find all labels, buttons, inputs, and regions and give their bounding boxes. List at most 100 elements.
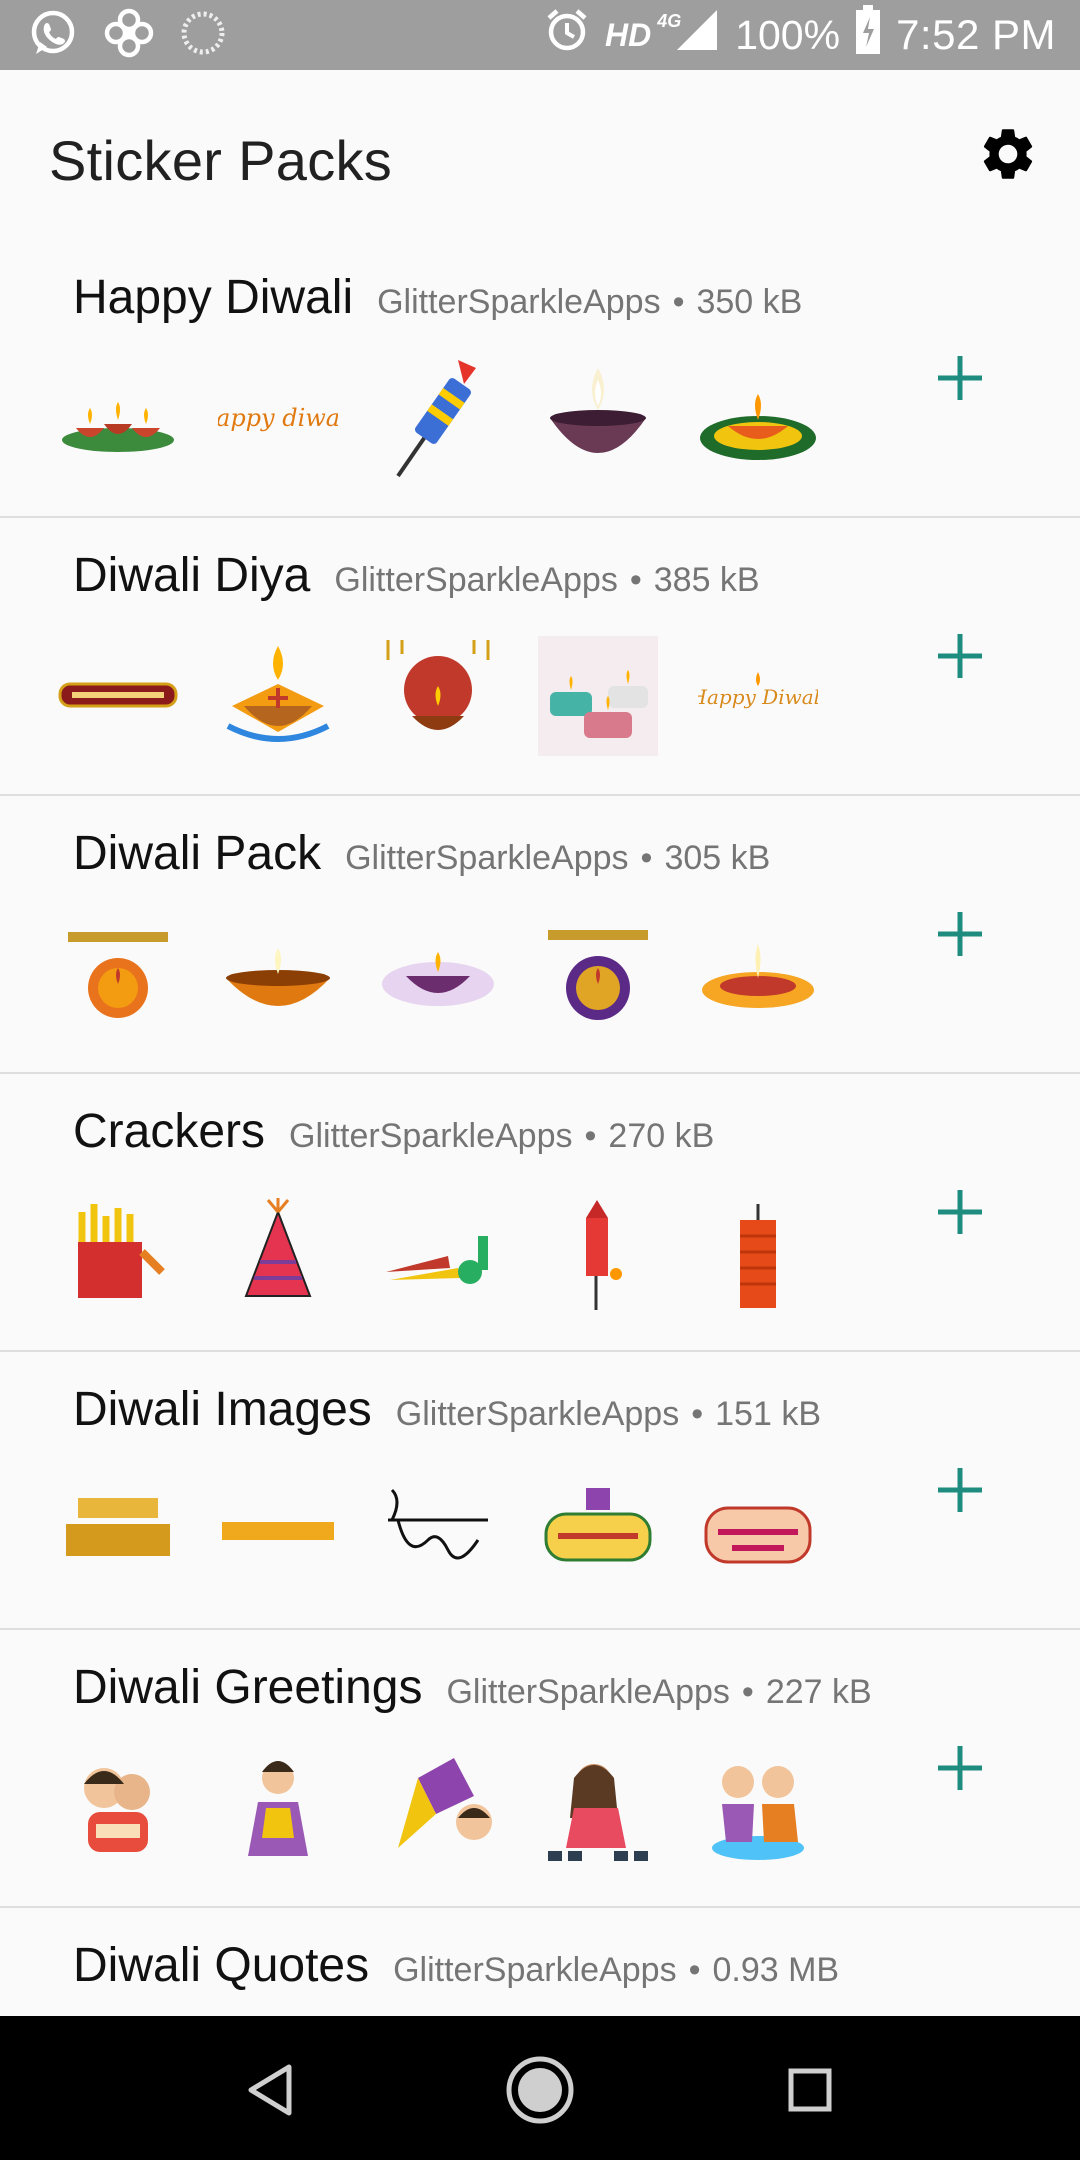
sticker-happy-diwali-text: happy diwali <box>218 358 338 478</box>
sticker-cone-fountain <box>218 1192 338 1312</box>
settings-button[interactable] <box>972 120 1044 192</box>
plus-icon <box>935 353 985 408</box>
sticker-lantern-diya <box>378 636 498 756</box>
pack-meta: GlitterSparkleApps • 305 kB <box>345 839 770 878</box>
plus-icon <box>935 1743 985 1798</box>
add-pack-button[interactable] <box>920 340 1000 420</box>
pack-name: Diwali Diya <box>73 549 311 602</box>
pack-meta: GlitterSparkleApps • 385 kB <box>334 561 759 600</box>
plus-icon <box>935 1465 985 1520</box>
pack-publisher: GlitterSparkleApps <box>334 561 618 599</box>
navigation-bar <box>0 2016 1080 2160</box>
separator-dot: • <box>688 1951 701 1989</box>
separator-dot: • <box>691 1395 704 1433</box>
sticker-thumbnails <box>58 914 818 1034</box>
sticker-thumbnails: Happy Diwali <box>58 636 818 756</box>
pack-meta: GlitterSparkleApps • 270 kB <box>289 1117 714 1156</box>
home-circle-icon <box>504 2054 576 2131</box>
sticker-bowl-diya <box>218 914 338 1034</box>
pack-header: Diwali Quotes GlitterSparkleApps • 0.93 MB <box>73 1938 839 1993</box>
add-pack-button[interactable] <box>920 1730 1000 1810</box>
pack-name: Happy Diwali <box>73 271 354 324</box>
recents-button[interactable] <box>770 2052 850 2132</box>
app-bar: Sticker Packs <box>0 70 1080 240</box>
add-pack-button[interactable] <box>920 1174 1000 1254</box>
pack-size: 350 kB <box>696 283 803 321</box>
sticker-flower-diya <box>698 914 818 1034</box>
sticker-kids-rangoli <box>698 1748 818 1868</box>
pack-meta: GlitterSparkleApps • 0.93 MB <box>393 1951 839 1990</box>
separator-dot: • <box>640 839 653 877</box>
sticker-cracker-string <box>698 1192 818 1312</box>
sticker-girl-diyas <box>538 1748 658 1868</box>
sticker-happy-diwali-script: Happy Diwali <box>698 636 818 756</box>
pack-publisher: GlitterSparkleApps <box>395 1395 680 1433</box>
sync-icon <box>180 10 226 61</box>
sticker-thumbnails: happy diwali <box>58 358 818 478</box>
app-icon <box>104 8 154 63</box>
sticker-diya-trio <box>58 358 178 478</box>
sticker-purple-diya <box>378 914 498 1034</box>
pack-header: Diwali Diya GlitterSparkleApps • 385 kB <box>73 548 760 603</box>
sticker-thumbnails <box>58 1470 818 1590</box>
sticker-tamil-diwali-banner <box>58 636 178 756</box>
home-button[interactable] <box>500 2052 580 2132</box>
sticker-swastik-diya <box>218 636 338 756</box>
pack-header: Happy Diwali GlitterSparkleApps • 350 kB <box>73 270 802 325</box>
gear-icon <box>977 123 1039 190</box>
sticker-rocket-cracker <box>378 358 498 478</box>
sticker-cracker-box <box>58 1192 178 1312</box>
pack-row-diwali-pack[interactable]: Diwali Pack GlitterSparkleApps • 305 kB <box>0 796 1080 1074</box>
pack-name: Diwali Quotes <box>73 1939 370 1992</box>
pack-size: 151 kB <box>715 1395 821 1433</box>
plus-icon <box>935 909 985 964</box>
pack-size: 0.93 MB <box>712 1951 840 1989</box>
separator-dot: • <box>672 283 685 321</box>
pack-size: 305 kB <box>664 839 771 877</box>
sticker-kids-happy-diwali <box>58 1748 178 1868</box>
svg-text:happy diwali: happy diwali <box>218 404 338 432</box>
page-title: Sticker Packs <box>49 129 393 192</box>
pack-meta: GlitterSparkleApps • 151 kB <box>396 1395 821 1434</box>
back-button[interactable] <box>230 2052 310 2132</box>
sticker-taashwali-diwali <box>698 1470 818 1590</box>
sticker-pack-list: Happy Diwali GlitterSparkleApps • 350 kB h… <box>0 240 1080 2160</box>
pack-header: Crackers GlitterSparkleApps • 270 kB <box>73 1104 714 1159</box>
plus-icon <box>935 1187 985 1242</box>
sticker-clay-diya <box>538 358 658 478</box>
pack-header: Diwali Images GlitterSparkleApps • 151 kB <box>73 1382 821 1437</box>
plus-icon <box>935 631 985 686</box>
pack-row-diwali-greetings[interactable]: Diwali Greetings GlitterSparkleApps • 227 … <box>0 1630 1080 1908</box>
screen: HD 4G 100% 7:52 PM Sticker Packs Happy D… <box>0 0 1080 2160</box>
pack-publisher: GlitterSparkleApps <box>446 1673 730 1711</box>
sticker-happy-diwali-gold <box>58 1470 178 1590</box>
pack-row-diwali-images[interactable]: Diwali Images GlitterSparkleApps • 151 kB <box>0 1352 1080 1630</box>
sticker-girl-diya <box>218 1748 338 1868</box>
pack-row-happy-diwali[interactable]: Happy Diwali GlitterSparkleApps • 350 kB h… <box>0 240 1080 518</box>
pack-header: Diwali Greetings GlitterSparkleApps • 227 … <box>73 1660 872 1715</box>
whatsapp-icon <box>28 8 78 63</box>
pack-publisher: GlitterSparkleApps <box>393 1951 677 1989</box>
sticker-teal-candles <box>538 636 658 756</box>
pack-row-diwali-diya[interactable]: Diwali Diya GlitterSparkleApps • 385 kB <box>0 518 1080 796</box>
back-triangle-icon <box>245 2063 295 2122</box>
separator-dot: • <box>629 561 642 599</box>
pack-name: Diwali Greetings <box>73 1661 423 1714</box>
add-pack-button[interactable] <box>920 618 1000 698</box>
clock: 7:52 PM <box>896 11 1056 58</box>
pack-size: 385 kB <box>653 561 760 599</box>
sticker-rocket-set <box>378 1192 498 1312</box>
add-pack-button[interactable] <box>920 896 1000 976</box>
sticker-happy-diwali-banner <box>218 1470 338 1590</box>
sticker-red-rocket <box>538 1192 658 1312</box>
sticker-happy-diwali-badge <box>58 914 178 1034</box>
recents-square-icon <box>787 2067 833 2118</box>
pack-publisher: GlitterSparkleApps <box>289 1117 573 1155</box>
add-pack-button[interactable] <box>920 1452 1000 1532</box>
pack-row-crackers[interactable]: Crackers GlitterSparkleApps • 270 kB <box>0 1074 1080 1352</box>
pack-meta: GlitterSparkleApps • 350 kB <box>377 283 802 322</box>
sticker-hindi-calligraphy <box>378 1470 498 1590</box>
network-type: 4G <box>657 10 682 31</box>
svg-text:Happy Diwali: Happy Diwali <box>698 685 818 709</box>
status-bar: HD 4G 100% 7:52 PM <box>0 0 1080 70</box>
